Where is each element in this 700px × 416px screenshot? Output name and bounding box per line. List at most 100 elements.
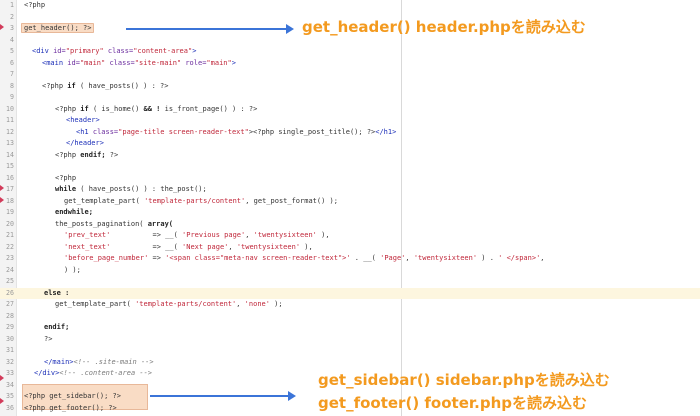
- code-line[interactable]: 13 </header>: [0, 138, 700, 150]
- line-number: 18: [6, 196, 14, 205]
- code-string: 'next_text': [64, 242, 111, 251]
- code-text: ),: [300, 242, 313, 251]
- line-number: 15: [6, 162, 14, 170]
- code-line[interactable]: 27 get_template_part( 'template-parts/con…: [0, 299, 700, 311]
- code-text: ,: [245, 231, 254, 239]
- code-line[interactable]: 24 ) );: [0, 265, 700, 277]
- code-string: "main": [206, 58, 232, 67]
- code-line[interactable]: 7: [0, 69, 700, 81]
- line-number: 12: [6, 127, 14, 136]
- code-tag: </main>: [44, 357, 74, 366]
- code-text: ) );: [64, 265, 81, 274]
- line-number: 19: [6, 208, 14, 216]
- code-text: => __(: [110, 231, 183, 239]
- code-text: ?>: [105, 150, 119, 159]
- code-attr: id=: [53, 47, 66, 55]
- code-attr: class=: [103, 47, 134, 55]
- code-line[interactable]: 32 </main><!-- .site-main -->: [0, 357, 700, 369]
- code-line[interactable]: 6 <main id="main" class="site-main" role=…: [0, 58, 700, 70]
- code-line[interactable]: 9: [0, 92, 700, 104]
- code-text: get_template_part(: [55, 300, 136, 308]
- code-text: ),: [316, 231, 330, 239]
- code-line[interactable]: 19 endwhile;: [0, 207, 700, 219]
- code-line[interactable]: 29 endif;: [0, 322, 700, 334]
- code-string: 'template-parts/content': [135, 300, 237, 308]
- line-number: 33: [6, 369, 14, 377]
- code-tag: </div>: [34, 369, 60, 377]
- line-number: 32: [6, 357, 14, 366]
- code-line[interactable]: 10 <?php if ( is_home() && ! is_front_pag…: [0, 104, 700, 116]
- line-number: 26: [6, 288, 14, 297]
- line-number: 17: [6, 185, 14, 193]
- line-number: 29: [6, 323, 14, 331]
- code-text: );: [269, 300, 283, 308]
- code-text: <?php: [55, 173, 77, 182]
- code-line[interactable]: 30 ?>: [0, 334, 700, 346]
- code-line[interactable]: 16 <?php: [0, 173, 700, 185]
- code-line[interactable]: 28: [0, 311, 700, 323]
- get-sidebar-call: <?php get_sidebar(); ?>: [24, 392, 121, 400]
- line-number: 31: [6, 346, 14, 354]
- code-line[interactable]: 1 <?php: [0, 0, 700, 12]
- code-text: <?php: [42, 81, 68, 90]
- code-line[interactable]: 21 'prev_text' => __( 'Previous page', 't…: [0, 230, 700, 242]
- code-line[interactable]: 17 while ( have_posts() ) : the_post();: [0, 184, 700, 196]
- code-string: 'twentysixteen': [236, 242, 301, 251]
- code-string: 'prev_text': [64, 231, 111, 239]
- line-number: 20: [6, 219, 14, 228]
- code-keyword: endif;: [44, 323, 70, 331]
- code-line[interactable]: 5 <div id="primary" class="content-area">: [0, 46, 700, 58]
- code-line[interactable]: 12 <h1 class="page-title screen-reader-te…: [0, 127, 700, 139]
- code-line[interactable]: 25: [0, 276, 700, 288]
- code-text: <?php: [55, 150, 81, 159]
- code-string: "main": [79, 58, 106, 67]
- code-string: 'Next page': [182, 242, 229, 251]
- code-keyword: array(: [147, 219, 174, 228]
- code-line[interactable]: 20 the_posts_pagination( array(: [0, 219, 700, 231]
- line-number: 3: [10, 24, 14, 32]
- code-keyword: endwhile;: [55, 208, 93, 216]
- line-number: 23: [6, 254, 14, 262]
- code-text: =>: [148, 254, 166, 262]
- code-tag: </h1>: [375, 127, 397, 136]
- line-number: 4: [10, 35, 14, 44]
- code-string: 'none': [244, 300, 270, 308]
- line-number: 30: [6, 334, 14, 343]
- code-attr: id=: [67, 58, 80, 67]
- line-number: 7: [10, 70, 14, 78]
- get-footer-call: <?php get_footer(); ?>: [24, 403, 117, 412]
- code-keyword: endif;: [80, 150, 106, 159]
- code-tag: <div: [32, 47, 54, 55]
- code-editor[interactable]: 1 <?php 2 3 get_header(); ?> 4 5 <div id="p…: [0, 0, 700, 416]
- line-number: 13: [6, 139, 14, 147]
- code-string: "page-title screen-reader-text": [118, 127, 249, 136]
- code-string: "content-area": [133, 47, 193, 55]
- code-tag: </header>: [66, 139, 104, 147]
- line-number: 24: [6, 265, 14, 274]
- code-text: ,: [540, 254, 545, 262]
- code-text: is_front_page() ) : ?>: [160, 104, 258, 113]
- code-line[interactable]: 11 <header>: [0, 115, 700, 127]
- code-string: ' </span>': [498, 254, 541, 262]
- code-string: 'Page': [380, 254, 406, 262]
- code-string: 'twentysixteen': [413, 254, 478, 262]
- code-string: '<span class="meta-nav screen-reader-tex…: [165, 254, 351, 262]
- line-number: 9: [10, 93, 14, 101]
- code-line[interactable]: 8 <?php if ( have_posts() ) : ?>: [0, 81, 700, 93]
- code-line[interactable]: 15: [0, 161, 700, 173]
- code-line[interactable]: 18 get_template_part( 'template-parts/con…: [0, 196, 700, 208]
- code-line[interactable]: 31: [0, 345, 700, 357]
- code-tag: >: [192, 47, 197, 55]
- code-keyword: if: [67, 81, 76, 90]
- code-line[interactable]: 22 'next_text' => __( 'Next page', 'twent…: [0, 242, 700, 254]
- code-text: the_posts_pagination(: [55, 219, 148, 228]
- code-text: ?>: [44, 334, 53, 343]
- code-line[interactable]: 23 'before_page_number' => '<span class="…: [0, 253, 700, 265]
- code-line[interactable]: 14 <?php endif; ?>: [0, 150, 700, 162]
- current-code-line[interactable]: 26 else :: [0, 287, 700, 299]
- code-tag: <h1: [76, 127, 93, 136]
- line-number: 34: [6, 380, 14, 389]
- code-keyword: && !: [143, 104, 161, 113]
- code-keyword: while: [55, 185, 77, 193]
- code-string: "primary": [65, 47, 104, 55]
